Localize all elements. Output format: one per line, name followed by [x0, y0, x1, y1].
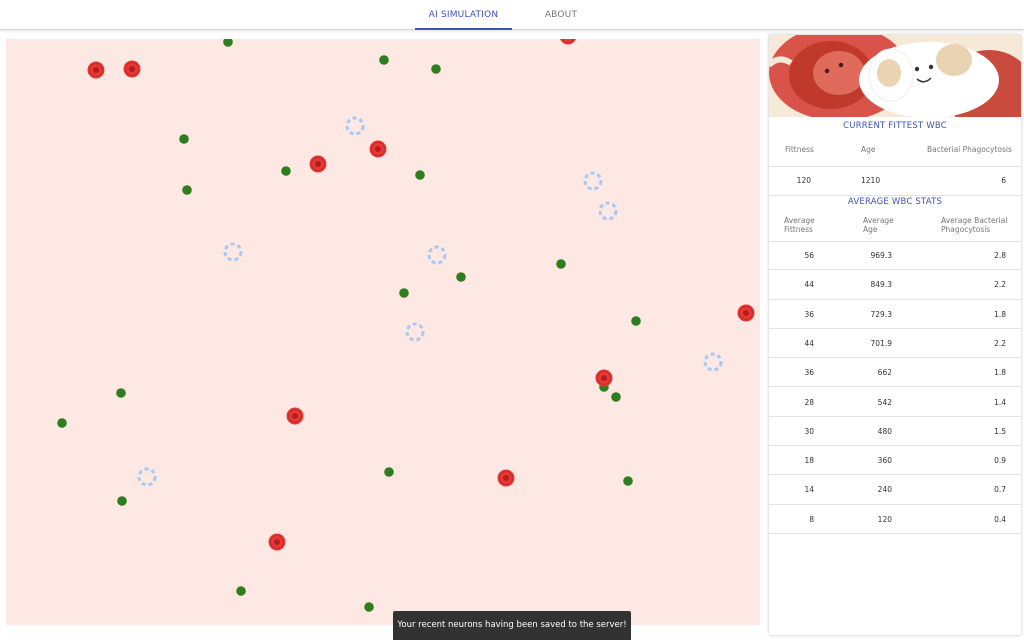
- bacteria-cell: [384, 467, 394, 477]
- red-blood-cell: [268, 533, 286, 551]
- avg-phago-cell: 2.2: [994, 280, 1006, 290]
- fittest-age-value: 1210: [861, 176, 881, 185]
- top-nav-bar: AI SIMULATION ABOUT: [0, 0, 1024, 30]
- table-row: 14 240 0.7: [769, 475, 1021, 505]
- red-blood-cell: [369, 140, 387, 158]
- avg-phago-cell: 1.5: [994, 426, 1006, 436]
- red-blood-cell: [737, 304, 755, 322]
- fittest-fitness-header: Fittness: [785, 145, 814, 154]
- avg-age-cell: 480: [877, 426, 892, 436]
- avg-fitness-cell: 28: [804, 397, 814, 407]
- avg-fitness-cell: 14: [804, 485, 814, 495]
- bacteria-cell: [117, 496, 127, 506]
- avg-fitness-cell: 44: [804, 280, 814, 290]
- white-blood-cell: [598, 201, 618, 221]
- bacteria-cell: [631, 316, 641, 326]
- bacteria-cell: [182, 185, 192, 195]
- white-blood-cell: [583, 171, 603, 191]
- avg-phago-cell: 0.4: [994, 514, 1006, 524]
- table-row: 44 701.9 2.2: [769, 329, 1021, 359]
- table-row: 28 542 1.4: [769, 388, 1021, 417]
- avg-phago-header: Average Bacterial Phagocytosis: [941, 216, 1008, 234]
- cartoon-banner-image: [769, 35, 1021, 117]
- avg-phago-cell: 2.2: [994, 338, 1006, 348]
- avg-age-cell: 542: [877, 397, 892, 407]
- white-blood-cell: [345, 116, 365, 136]
- avg-fitness-cell: 8: [809, 514, 814, 524]
- red-blood-cell: [87, 61, 105, 79]
- stats-panel: CURRENT FITTEST WBC Fittness Age Bacteri…: [769, 35, 1021, 635]
- fittest-fitness-value: 120: [796, 176, 811, 185]
- red-blood-cell: [559, 39, 577, 45]
- divider: [769, 166, 1021, 167]
- white-blood-cell: [223, 242, 243, 262]
- table-row: 36 729.3 1.8: [769, 300, 1021, 329]
- avg-fitness-cell: 18: [804, 456, 814, 466]
- avg-age-cell: 969.3: [870, 251, 892, 260]
- avg-fitness-cell: 30: [804, 426, 814, 436]
- table-row: 44 849.3 2.2: [769, 270, 1021, 300]
- fittest-phago-value: 6: [1001, 176, 1006, 185]
- simulation-canvas: [57, 39, 755, 612]
- avg-age-header: Average Age: [863, 216, 894, 234]
- fittest-age-header: Age: [861, 145, 876, 154]
- white-blood-cell: [137, 467, 157, 487]
- bacteria-cell: [456, 272, 466, 282]
- bacteria-cell: [623, 476, 633, 486]
- tab-about[interactable]: ABOUT: [528, 0, 594, 30]
- divider: [769, 532, 1021, 534]
- avg-fitness-cell: 44: [804, 338, 814, 348]
- bacteria-cell: [611, 392, 621, 402]
- table-row: 36 662 1.8: [769, 358, 1021, 388]
- avg-fitness-cell: 36: [804, 309, 814, 319]
- avg-age-cell: 729.3: [870, 309, 892, 319]
- red-blood-cell: [286, 407, 304, 425]
- divider: [769, 195, 1021, 196]
- avg-phago-cell: 1.8: [994, 368, 1006, 378]
- bacteria-cell: [379, 55, 389, 65]
- bacteria-cell: [399, 288, 409, 298]
- avg-fitness-header: Average Fittness: [784, 216, 815, 234]
- white-blood-cell: [703, 352, 723, 372]
- table-row: 8 120 0.4: [769, 505, 1021, 534]
- tab-ai-simulation[interactable]: AI SIMULATION: [415, 0, 512, 30]
- avg-age-cell: 360: [877, 456, 892, 466]
- bacteria-cell: [179, 134, 189, 144]
- red-blood-cell: [309, 155, 327, 173]
- avg-phago-cell: 2.8: [994, 251, 1006, 260]
- avg-age-cell: 240: [877, 485, 892, 495]
- white-blood-cell: [405, 322, 425, 342]
- table-row: 56 969.3 2.8: [769, 241, 1021, 271]
- red-blood-cell: [123, 60, 141, 78]
- bacteria-cell: [415, 170, 425, 180]
- avg-age-cell: 662: [877, 368, 892, 378]
- bacteria-cell: [223, 39, 233, 47]
- bacteria-cell: [364, 602, 374, 612]
- table-row: 30 480 1.5: [769, 417, 1021, 447]
- fittest-phago-header: Bacterial Phagocytosis: [927, 145, 1012, 154]
- fittest-wbc-title: CURRENT FITTEST WBC: [843, 121, 947, 131]
- bacteria-cell: [556, 259, 566, 269]
- table-row: 18 360 0.9: [769, 446, 1021, 476]
- bacteria-cell: [236, 586, 246, 596]
- avg-fitness-cell: 56: [804, 251, 814, 260]
- bacteria-cell: [57, 418, 67, 428]
- avg-age-cell: 701.9: [870, 338, 892, 348]
- white-blood-cell: [427, 245, 447, 265]
- avg-age-cell: 120: [877, 514, 892, 524]
- average-wbc-title: AVERAGE WBC STATS: [847, 197, 943, 207]
- avg-age-cell: 849.3: [870, 280, 892, 290]
- avg-fitness-cell: 36: [804, 368, 814, 378]
- avg-phago-cell: 0.7: [994, 485, 1006, 495]
- avg-phago-cell: 1.4: [994, 397, 1006, 407]
- avg-phago-cell: 1.8: [994, 309, 1006, 319]
- bacteria-cell: [281, 166, 291, 176]
- bacteria-cell: [431, 64, 441, 74]
- red-blood-cell: [595, 369, 613, 387]
- bacteria-cell: [116, 388, 126, 398]
- avg-phago-cell: 0.9: [994, 456, 1006, 466]
- simulation-arena[interactable]: [6, 39, 760, 625]
- red-blood-cell: [497, 469, 515, 487]
- snackbar-toast: Your recent neurons having been saved to…: [393, 611, 631, 640]
